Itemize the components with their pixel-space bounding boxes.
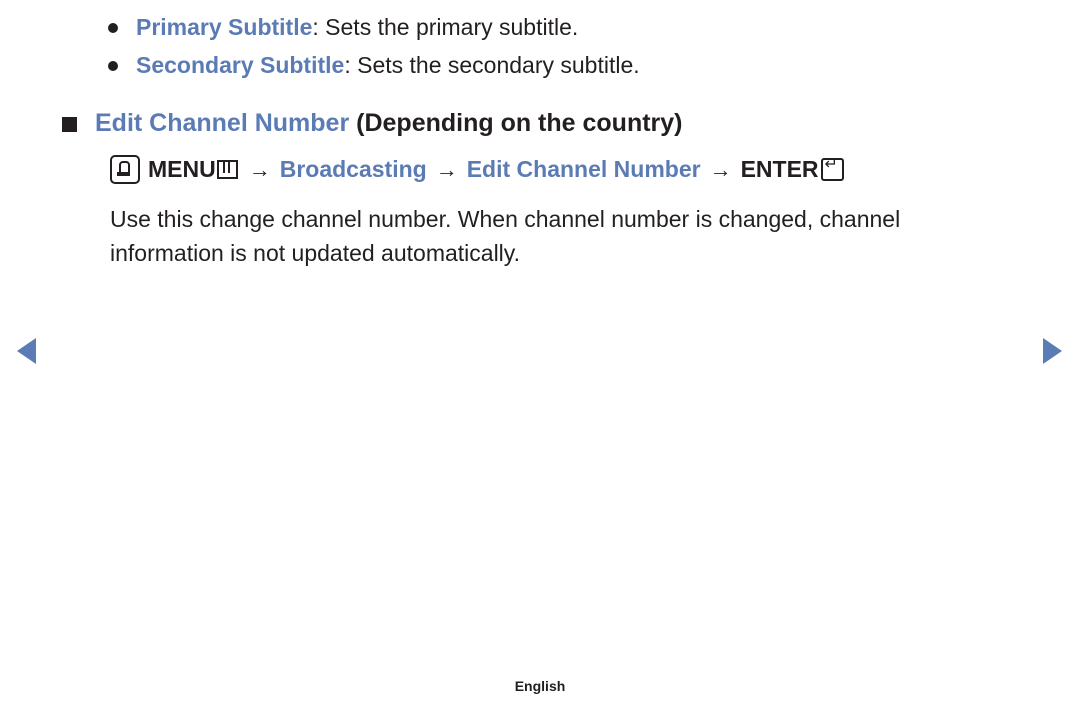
- bullet-dot-icon: [108, 23, 118, 33]
- menu-label: MENU: [148, 156, 216, 182]
- menu-path-step-broadcasting: Broadcasting: [279, 156, 427, 182]
- page-root: Primary Subtitle: Sets the primary subti…: [0, 0, 1080, 705]
- enter-label: ENTER: [740, 156, 819, 182]
- menu-path-step-edit-channel-number: Edit Channel Number: [466, 156, 701, 182]
- body-paragraph: Use this change channel number. When cha…: [110, 206, 901, 266]
- list-item: Primary Subtitle: Sets the primary subti…: [108, 12, 988, 42]
- menu-path: MENU → Broadcasting → Edit Channel Numbe…: [110, 155, 844, 184]
- bullet-text: Primary Subtitle: Sets the primary subti…: [136, 12, 578, 42]
- path-arrow-icon: →: [435, 156, 458, 182]
- menu-button-icon: [110, 155, 140, 184]
- bullet-description: : Sets the secondary subtitle.: [344, 52, 640, 78]
- square-marker-icon: [62, 117, 77, 132]
- section-heading: Edit Channel Number (Depending on the co…: [62, 105, 1022, 141]
- bullet-description: : Sets the primary subtitle.: [312, 14, 579, 40]
- bullet-dot-icon: [108, 61, 118, 71]
- bullet-text: Secondary Subtitle: Sets the secondary s…: [136, 50, 640, 80]
- bullet-list: Primary Subtitle: Sets the primary subti…: [108, 12, 988, 88]
- list-item: Secondary Subtitle: Sets the secondary s…: [108, 50, 988, 80]
- path-arrow-icon: →: [248, 156, 271, 182]
- page-title: Edit Channel Number (Depending on the co…: [95, 105, 683, 141]
- enter-key-icon: [820, 155, 844, 181]
- previous-page-arrow-icon[interactable]: [17, 338, 36, 364]
- path-arrow-icon: →: [709, 156, 732, 182]
- section-title-black: (Depending on the country): [349, 109, 683, 137]
- section-title-blue: Edit Channel Number: [95, 109, 350, 137]
- bullet-term: Primary Subtitle: [136, 14, 313, 40]
- bullet-term: Secondary Subtitle: [136, 52, 345, 78]
- next-page-arrow-icon[interactable]: [1043, 338, 1062, 364]
- footer-language-label: English: [514, 678, 566, 694]
- menu-bars-icon: [216, 160, 238, 179]
